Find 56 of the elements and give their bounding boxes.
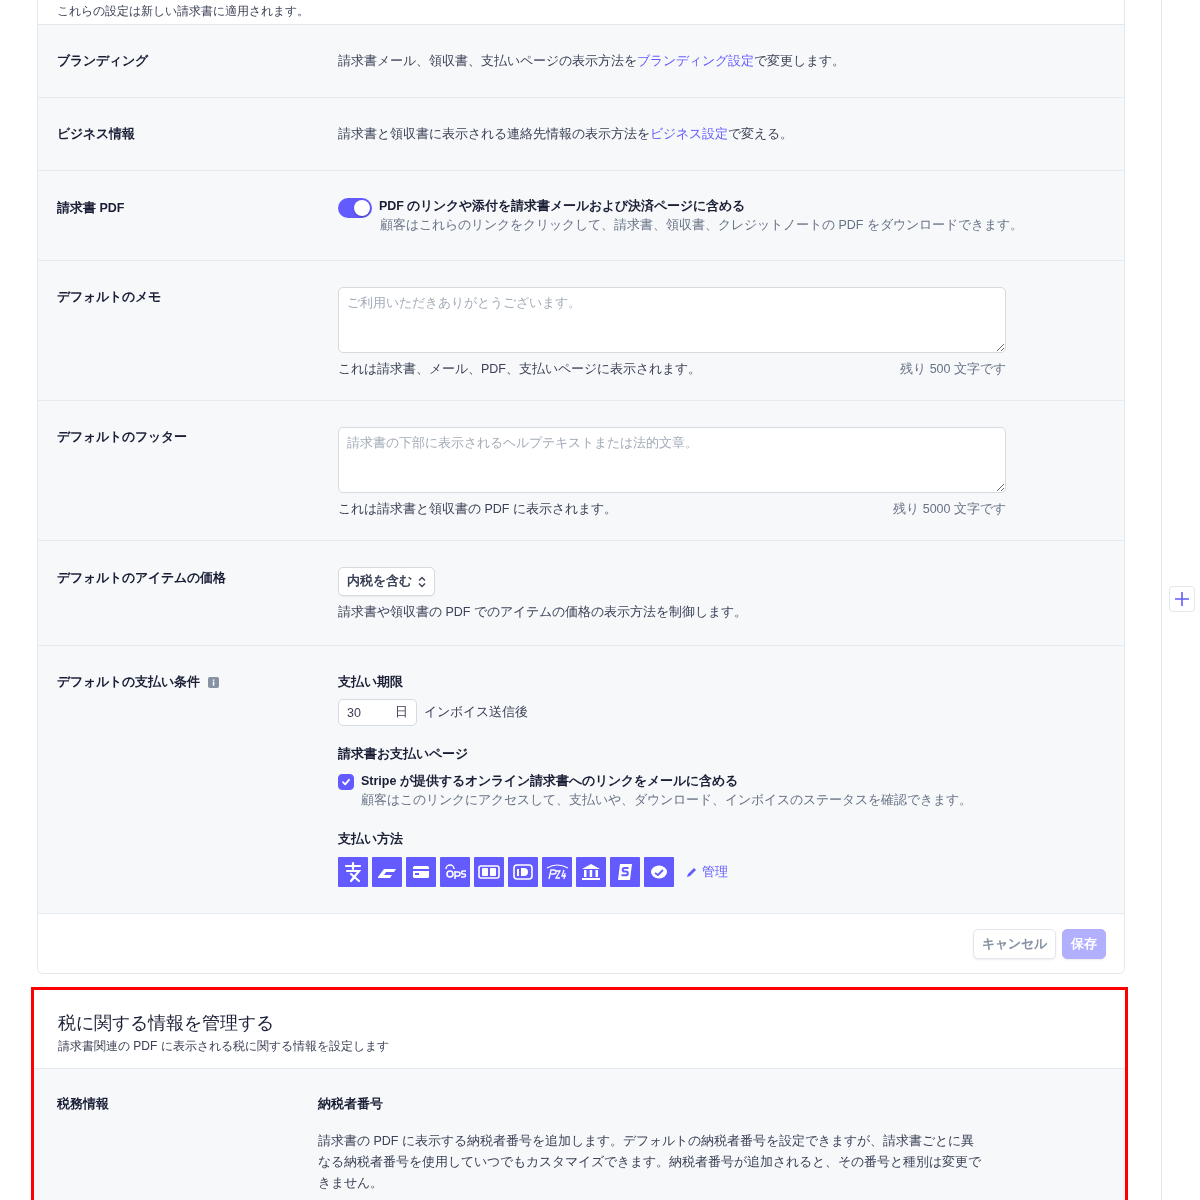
field-label: 納税者番号: [318, 1096, 384, 1113]
field-hint: これは請求書、メール、PDF、支払いページに表示されます。: [338, 361, 701, 378]
days-value: 30: [347, 705, 361, 720]
checkbox-label: Stripe が提供するオンライン請求書へのリンクをメールに含める: [361, 773, 739, 790]
cancel-button[interactable]: キャンセル: [973, 929, 1056, 959]
checkbox[interactable]: [338, 774, 354, 790]
character-counter: 残り 500 文字です: [900, 361, 1006, 378]
section-subtitle: 請求書関連の PDF に表示される税に関する情報を設定します: [58, 1038, 390, 1055]
check-icon: [341, 777, 351, 787]
field-hint: 請求書や領収書の PDF でのアイテムの価格の表示方法を制御します。: [338, 604, 748, 621]
setting-label: デフォルトのフッター: [57, 429, 187, 446]
setting-label: 税務情報: [57, 1096, 109, 1113]
plus-icon: [1174, 591, 1190, 607]
payment-method-icon: [440, 857, 470, 887]
payment-method-icon: [542, 857, 572, 887]
toggle-switch[interactable]: [338, 198, 372, 218]
payment-method-icon: [576, 857, 606, 887]
setting-description: 請求書メール、領収書、支払いページの表示方法をブランディング設定で変更します。: [338, 52, 846, 70]
setting-label: ブランディング: [57, 52, 148, 70]
setting-description: 請求書と領収書に表示される連絡先情報の表示方法を ビジネス設定で変える。: [338, 125, 794, 143]
setting-label: デフォルトのアイテムの価格: [57, 570, 226, 587]
payment-method-icon: [508, 857, 538, 887]
days-input[interactable]: 30 日: [338, 699, 417, 726]
manage-link[interactable]: 管理: [686, 863, 728, 881]
field-label: 支払い期限: [338, 674, 404, 691]
toggle-label: PDF のリンクや添付を請求書メールおよび決済ページに含める: [379, 198, 747, 215]
add-button[interactable]: [1169, 586, 1195, 612]
payment-method-icon: [372, 857, 402, 887]
setting-label: ビジネス情報: [57, 125, 135, 143]
setting-label: 請求書 PDF: [57, 200, 125, 217]
character-counter: 残り 5000 文字です: [893, 501, 1006, 518]
intro-text: これらの設定は新しい請求書に適用されます。: [57, 4, 309, 18]
days-suffix: インボイス送信後: [424, 704, 528, 721]
select-dropdown[interactable]: 内税を含む: [338, 567, 435, 596]
pencil-icon: [686, 866, 698, 878]
field-label: 請求書お支払いページ: [338, 746, 469, 763]
field-label: 支払い方法: [338, 831, 404, 848]
settings-link[interactable]: ブランディング設定: [637, 53, 754, 68]
setting-label: デフォルトの支払い条件: [57, 674, 200, 691]
payment-method-icon: [406, 857, 436, 887]
field-hint: これは請求書と領収書の PDF に表示されます。: [338, 501, 617, 518]
setting-description: 請求書の PDF に表示する納税者番号を追加します。デフォルトの納税者番号を設定できますが、請求書ごとに異なる納税者番号を使用していつでもカスタマイズできます。納税者番号が追加されると、その番号と種別は変更できません。: [318, 1133, 982, 1192]
days-unit: 日: [395, 704, 408, 721]
settings-link[interactable]: ビジネス設定: [650, 126, 728, 141]
checkbox-description: 顧客はこのリンクにアクセスして、支払いや、ダウンロード、インボイスのステータスを確認できます。: [361, 792, 972, 809]
toggle-description: 顧客はこれらのリンクをクリックして、請求書、領収書、クレジットノートの PDF をダウンロードできます。: [379, 217, 1023, 234]
payment-method-icon: [644, 857, 674, 887]
textarea-field[interactable]: ご利用いただきありがとうございます。: [338, 287, 1006, 353]
payment-method-icon: [474, 857, 504, 887]
section-title: 税に関する情報を管理する: [58, 1012, 275, 1035]
textarea-field[interactable]: 請求書の下部に表示されるヘルプテキストまたは法的文章。: [338, 427, 1006, 493]
chevron-icon: [418, 575, 426, 588]
payment-method-icon: [338, 857, 368, 887]
info-icon[interactable]: [208, 677, 219, 688]
payment-method-icon: [610, 857, 640, 887]
setting-label: デフォルトのメモ: [57, 289, 161, 306]
